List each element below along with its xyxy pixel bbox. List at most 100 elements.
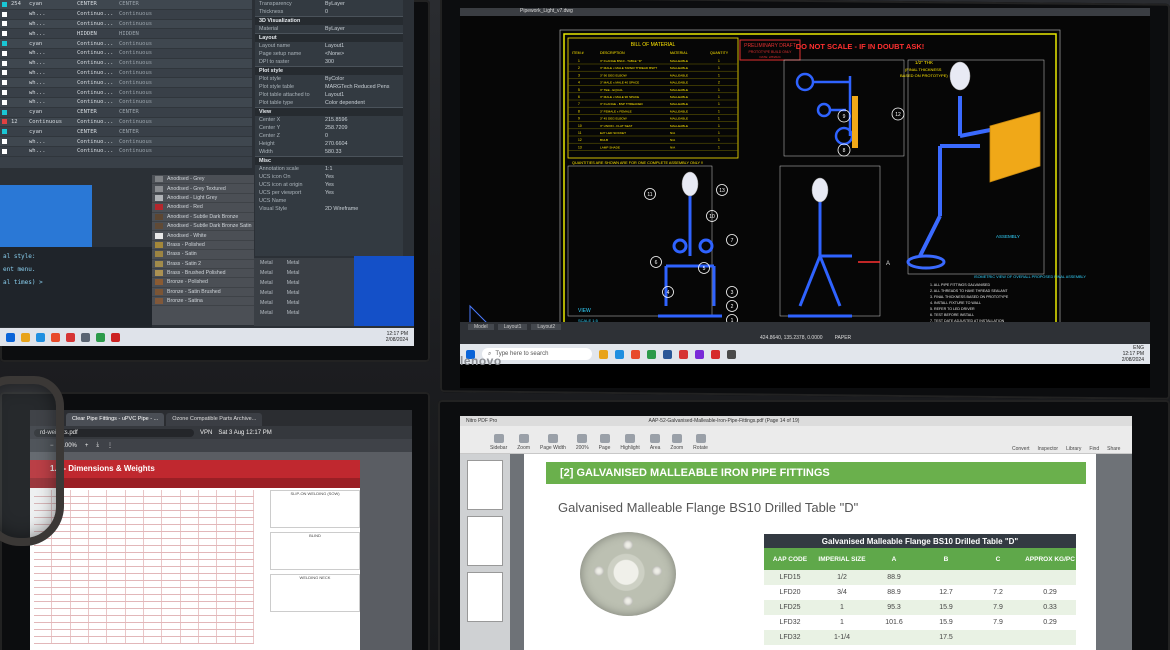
property-row[interactable]: Layout name Layout1 bbox=[255, 42, 403, 50]
layer-row[interactable]: wh... Continuo... Continuous bbox=[0, 137, 252, 147]
material-item[interactable]: Anodised - Grey bbox=[152, 175, 254, 185]
acrobat-icon[interactable] bbox=[711, 349, 720, 359]
cad-drawing-canvas[interactable]: BILL OF MATERIAL ITEM # DESCRIPTION MATERIA… bbox=[460, 16, 1150, 330]
layer-row[interactable]: wh... Continuo... Continuous bbox=[0, 97, 252, 108]
browser-tab[interactable]: Ozone Compatible Parts Archive... bbox=[166, 413, 263, 426]
edge-icon[interactable] bbox=[615, 349, 624, 359]
ribbon-button[interactable]: Library bbox=[1066, 446, 1081, 452]
property-value[interactable]: 270.6604 bbox=[325, 141, 347, 147]
layer-color-swatch[interactable] bbox=[2, 41, 7, 47]
layer-color-swatch[interactable] bbox=[2, 119, 7, 125]
ribbon-button[interactable]: Sidebar bbox=[490, 434, 507, 451]
property-value[interactable]: MARGTech Reduced Pens bbox=[325, 84, 389, 90]
app-icon[interactable] bbox=[81, 332, 90, 342]
layer-row[interactable]: wh... HIDDEN HIDDEN bbox=[0, 29, 252, 40]
ribbon-button[interactable]: Zoom bbox=[517, 434, 530, 451]
layer-row[interactable]: 12 Continuous Continuo... Continuous bbox=[0, 117, 252, 128]
layout-tab[interactable]: Layout1 bbox=[497, 324, 528, 330]
ribbon-button[interactable]: Area bbox=[650, 434, 660, 451]
word-icon[interactable] bbox=[663, 349, 672, 359]
layer-color-swatch[interactable] bbox=[2, 11, 7, 17]
material-item[interactable]: Bronze - Satin Brushed bbox=[152, 288, 254, 298]
property-row[interactable]: UCS icon On Yes bbox=[255, 173, 403, 181]
property-row[interactable]: Annotation scale 1:1 bbox=[255, 165, 403, 173]
excel-icon[interactable] bbox=[647, 349, 656, 359]
layer-color-swatch[interactable] bbox=[2, 148, 7, 154]
browser-tab-strip[interactable]: Clear Pipe Fittings - uPVC Pipe - ... Ozo… bbox=[30, 410, 412, 426]
layer-color-swatch[interactable] bbox=[2, 99, 7, 105]
ribbon-button[interactable]: Page Width bbox=[540, 434, 566, 451]
layer-color-swatch[interactable] bbox=[2, 90, 7, 96]
property-row[interactable]: Height 270.6604 bbox=[255, 140, 403, 148]
status-mode[interactable]: PAPER bbox=[835, 335, 852, 341]
autocad-icon[interactable] bbox=[679, 349, 688, 359]
page-thumbnails[interactable] bbox=[460, 454, 510, 650]
property-row[interactable]: Visual Style 2D Wireframe bbox=[255, 205, 403, 213]
property-value[interactable]: Color dependent bbox=[325, 100, 365, 106]
page-thumbnail[interactable] bbox=[467, 516, 503, 566]
autocad-icon-2[interactable] bbox=[111, 332, 120, 342]
property-value[interactable]: 2D Wireframe bbox=[325, 206, 358, 212]
layout-tab[interactable]: Layout2 bbox=[531, 324, 562, 330]
property-value[interactable]: Layout1 bbox=[325, 92, 344, 98]
section-misc[interactable]: Misc bbox=[255, 156, 403, 165]
layer-color-swatch[interactable] bbox=[2, 80, 7, 86]
property-value[interactable]: ByLayer bbox=[325, 1, 345, 7]
ribbon-button[interactable]: Page bbox=[599, 434, 610, 451]
property-value[interactable]: 258.7209 bbox=[325, 125, 347, 131]
material-item[interactable]: Bronze - Polished bbox=[152, 278, 254, 288]
property-value[interactable]: <None> bbox=[325, 51, 344, 57]
property-row[interactable]: DPI to raster 300 bbox=[255, 58, 403, 66]
layer-row[interactable]: wh... Continuo... Continuous bbox=[0, 10, 252, 20]
layer-color-swatch[interactable] bbox=[2, 129, 7, 135]
zoom-in-icon[interactable]: + bbox=[85, 443, 89, 449]
material-item[interactable]: Bronze - Satina bbox=[152, 297, 254, 307]
ribbon-button[interactable]: Share bbox=[1107, 446, 1120, 452]
layer-row[interactable]: 254 cyan CENTER CENTER bbox=[0, 0, 252, 10]
property-row[interactable]: Plot table type Color dependent bbox=[255, 99, 403, 107]
section-layout[interactable]: Layout bbox=[255, 33, 403, 42]
layer-row[interactable]: cyan CENTER CENTER bbox=[0, 108, 252, 118]
property-row[interactable]: UCS Name bbox=[255, 197, 403, 205]
property-row[interactable]: Plot style ByColor bbox=[255, 75, 403, 83]
layer-color-swatch[interactable] bbox=[2, 31, 7, 37]
layout-tabs[interactable]: Model Layout1 Layout2 bbox=[460, 322, 1150, 332]
layer-row[interactable]: wh... Continuo... Continuous bbox=[0, 78, 252, 89]
material-item[interactable]: Anodised - Light Grey bbox=[152, 194, 254, 204]
layer-row[interactable]: wh... Continuo... Continuous bbox=[0, 147, 252, 157]
layer-color-swatch[interactable] bbox=[2, 60, 7, 66]
folder-icon[interactable] bbox=[21, 332, 30, 342]
property-value[interactable]: 300 bbox=[325, 59, 334, 65]
start-icon[interactable] bbox=[6, 332, 15, 342]
nitro-document-area[interactable]: [2] GALVANISED MALLEABLE IRON PIPE FITTI… bbox=[460, 454, 1132, 650]
edge-icon[interactable] bbox=[36, 332, 45, 342]
layout-tab[interactable]: Model bbox=[468, 324, 494, 330]
material-item[interactable]: Brass - Satin bbox=[152, 250, 254, 260]
layer-color-swatch[interactable] bbox=[2, 70, 7, 76]
property-value[interactable]: ByLayer bbox=[325, 26, 345, 32]
layer-color-swatch[interactable] bbox=[2, 21, 7, 27]
property-value[interactable]: Yes bbox=[325, 190, 334, 196]
windows-taskbar[interactable]: 12:17 PM 2/08/2024 bbox=[0, 328, 414, 346]
material-item[interactable]: Anodised - Subtle Dark Bronze Satin bbox=[152, 222, 254, 232]
property-value[interactable]: 580.33 bbox=[325, 149, 342, 155]
layer-row[interactable]: cyan CENTER CENTER bbox=[0, 127, 252, 138]
chrome-icon[interactable] bbox=[631, 349, 640, 359]
layer-color-swatch[interactable] bbox=[2, 139, 7, 145]
ribbon-button[interactable]: Rotate bbox=[693, 434, 708, 451]
autocad-icon[interactable] bbox=[66, 332, 75, 342]
section-3d-visualization[interactable]: 3D Visualization bbox=[255, 16, 403, 25]
layer-row[interactable]: wh... Continuo... Continuous bbox=[0, 88, 252, 98]
layer-color-swatch[interactable] bbox=[2, 1, 7, 7]
pdf-toolbar[interactable]: − 100% + ⤓ ⋮ bbox=[30, 439, 412, 452]
address-bar[interactable]: rd-weights.pdf VPN Sat 3 Aug 12:17 PM bbox=[30, 426, 412, 439]
material-item[interactable]: Anodised - Red bbox=[152, 203, 254, 213]
pdf-viewport[interactable]: 1.2 - Dimensions & Weights SLIP-ON WELDI… bbox=[30, 452, 412, 650]
page-thumbnail[interactable] bbox=[467, 460, 503, 510]
system-clock[interactable]: 12:17 PM 2/08/2024 bbox=[386, 331, 414, 343]
property-row[interactable]: Center X 215.8596 bbox=[255, 116, 403, 124]
property-row[interactable]: Width 580.33 bbox=[255, 148, 403, 156]
more-icon[interactable]: ⋮ bbox=[107, 442, 113, 449]
property-value[interactable]: Yes bbox=[325, 174, 334, 180]
property-row[interactable]: Material ByLayer bbox=[255, 25, 403, 33]
